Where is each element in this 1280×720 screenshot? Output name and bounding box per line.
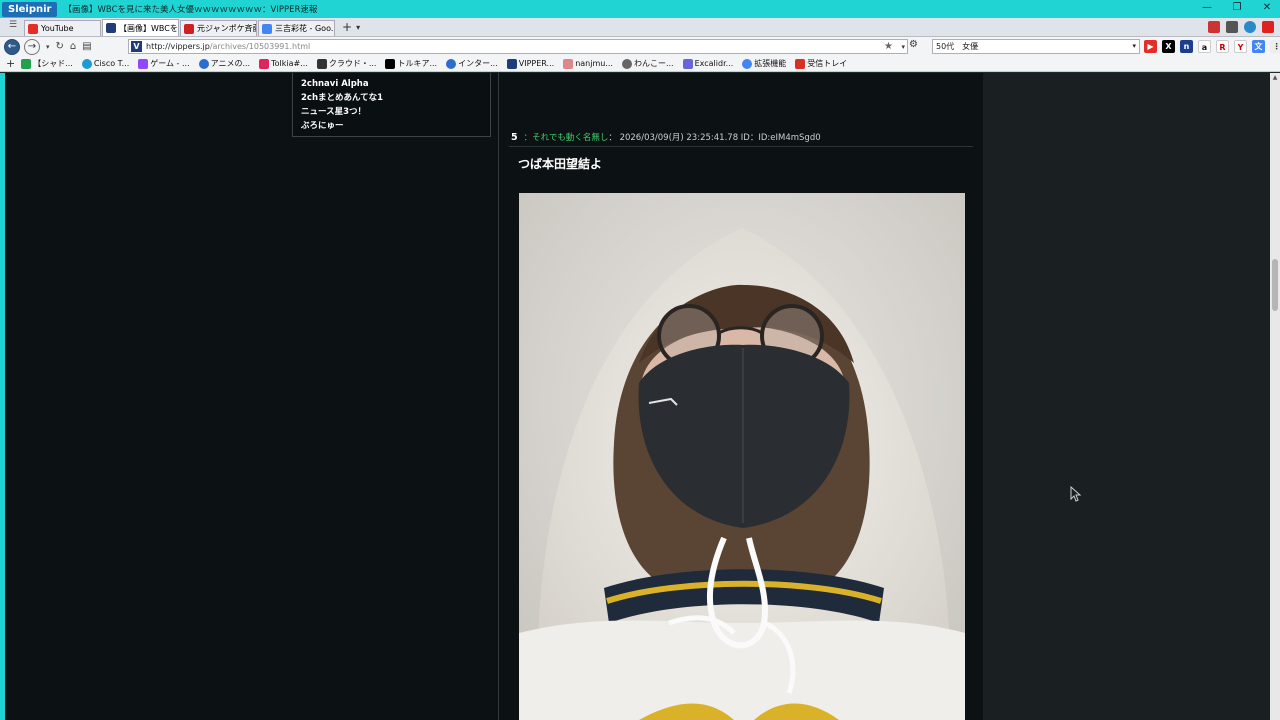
tab-news[interactable]: 元ジャンポケ斉藤... [180,20,257,36]
url-host: http://vippers.jp [146,42,210,51]
extension-icon[interactable] [1208,21,1220,33]
translate-icon[interactable]: 文 [1252,40,1265,53]
post-header: 5 ：それでも動く名無し： 2026/03/09(月) 23:25:41.78 I… [511,131,821,143]
url-path: /archives/10503991.html [209,42,311,51]
scroll-up-icon[interactable]: ▲ [1271,74,1279,81]
tab-vipper[interactable]: 【画像】WBCを見... [102,19,179,36]
google-icon [262,23,272,34]
bookmark-item[interactable]: トルキア... [385,58,437,69]
sidebar-link[interactable]: ニュース星3つ！ [301,105,482,119]
url-dropdown-icon[interactable]: ▾ [901,43,905,51]
bookmark-favicon [563,58,574,69]
sidebar-link[interactable]: 2chnavi Alpha [301,77,482,91]
vipper-icon [106,23,116,33]
post-divider [509,146,973,147]
bookmark-favicon [316,58,327,69]
web-page: 2chnavi Alpha 2chまとめあんてな1 ニュース星3つ！ ぶろにゅー… [0,73,1270,720]
bookmark-item[interactable]: 【シャド... [21,58,73,69]
history-dropdown-icon[interactable]: ▾ [46,43,50,51]
back-button[interactable]: ← [4,38,20,55]
tab-youtube[interactable]: YouTube [24,20,101,36]
bookmark-item[interactable]: VIPPER... [506,58,554,69]
search-input[interactable]: 50代 女優 ▾ [932,39,1140,54]
bookmark-favicon [21,58,32,69]
bookmark-item[interactable]: 受信トレイ [795,58,847,69]
bookmark-item[interactable]: 拡張機能 [742,58,786,69]
post-body: つば本田望結よ [518,157,603,171]
bookmark-favicon [198,58,209,69]
profile-icon[interactable] [1226,21,1238,33]
pdf-icon[interactable] [1262,21,1274,33]
amazon-icon[interactable]: a [1198,40,1211,53]
bookmark-favicon [446,58,457,69]
tab-menu-icon[interactable]: ☰ [6,20,20,34]
left-sidebar: 2chnavi Alpha 2chまとめあんてな1 ニュース星3つ！ ぶろにゅー [5,73,499,720]
bookmarks-bar: + 【シャド... Cisco T... ゲーム - ... アニメの... T… [0,56,1280,72]
bookmark-favicon [385,58,396,69]
tab-list-dropdown-icon[interactable]: ▾ [356,23,360,32]
reload-icon[interactable]: ↻ [56,41,64,52]
site-favicon: V [131,41,142,52]
youtube-icon [28,23,38,34]
post-image[interactable] [519,193,965,720]
scrollbar-thumb[interactable] [1272,259,1278,311]
search-engine-icon[interactable]: ⚙ [909,39,918,50]
tab-google[interactable]: 三吉彩花 - Goo... [258,20,335,36]
sidebar-link[interactable]: ぶろにゅー [301,119,482,133]
forward-button[interactable]: → [24,38,40,55]
mouse-cursor-icon [1070,486,1082,502]
window-title: 【画像】WBCを見に来た美人女優ｗｗｗｗｗｗｗｗ：VIPPER速報 [63,5,318,15]
search-dropdown-icon[interactable]: ▾ [1132,40,1136,53]
news-site-icon[interactable]: n [1180,40,1193,53]
bookmark-item[interactable]: Cisco T... [81,58,129,69]
thread-post: 5 ：それでも動く名無し： 2026/03/09(月) 23:25:41.78 I… [505,73,983,720]
right-margin [983,73,1270,720]
sync-icon[interactable] [1244,21,1256,33]
tab-bar: ☰ YouTube 【画像】WBCを見... 元ジャンポケ斉藤... 三吉彩花 … [0,18,1280,37]
bookmark-favicon [259,58,270,69]
bookmark-item[interactable]: わんこー... [621,58,674,69]
bookmark-favicon [81,58,92,69]
bookmark-item[interactable]: ゲーム - ... [138,58,190,69]
sidebar-link[interactable]: 2chまとめあんてな1 [301,91,482,105]
bookmark-star-icon[interactable]: ★ [884,41,893,52]
post-meta: ： 2026/03/09(月) 23:25:41.78 ID：ID:eIM4mS… [608,133,821,143]
home-icon[interactable]: ⌂ [70,41,76,52]
navigation-bar: ← → ▾ ↻ ⌂ ▤ V http://vippers.jp/archives… [0,37,1280,56]
bookmark-favicon [682,58,693,69]
bookmark-item[interactable]: Excalidr... [682,58,733,69]
bookmark-favicon [506,58,517,69]
add-bookmark-icon[interactable]: + [6,57,15,70]
menu-icon[interactable]: ⋮ [1270,40,1280,53]
restore-icon[interactable]: ❐ [1230,1,1244,15]
news-icon [184,23,194,34]
bookmark-item[interactable]: アニメの... [198,58,250,69]
bookmark-favicon [621,58,632,69]
window-border [0,73,5,720]
post-number[interactable]: 5 [511,132,518,143]
app-logo[interactable]: Sleipnir [2,1,58,17]
address-bar[interactable]: V http://vippers.jp/archives/10503991.ht… [128,39,908,54]
content-column: 2chnavi Alpha 2chまとめあんてな1 ニュース星3つ！ ぶろにゅー… [5,73,983,720]
x-icon[interactable]: X [1162,40,1175,53]
window-titlebar: Sleipnir 【画像】WBCを見に来た美人女優ｗｗｗｗｗｗｗｗ：VIPPER… [0,0,1280,18]
vertical-scrollbar[interactable]: ▲ [1270,73,1280,720]
post-photo [519,193,965,720]
bookmark-item[interactable]: クラウド・... [316,58,376,69]
poster-name: ：それでも動く名無し [523,133,609,143]
antenna-links: 2chnavi Alpha 2chまとめあんてな1 ニュース星3つ！ ぶろにゅー [292,73,491,137]
bookmark-favicon [742,58,753,69]
yahoo-icon[interactable]: Y [1234,40,1247,53]
rakuten-icon[interactable]: R [1216,40,1229,53]
new-tab-button[interactable]: + [342,20,352,34]
minimize-icon[interactable]: — [1200,1,1214,15]
bookmark-item[interactable]: インター... [446,58,498,69]
bookmark-item[interactable]: Tolkia#... [259,58,308,69]
page-icon[interactable]: ▤ [82,41,91,52]
youtube-icon[interactable]: ▶ [1144,40,1157,53]
gmail-icon [795,58,806,69]
bookmark-favicon [138,58,149,69]
bookmark-item[interactable]: nanjmu... [563,58,613,69]
close-icon[interactable]: ✕ [1260,1,1274,15]
